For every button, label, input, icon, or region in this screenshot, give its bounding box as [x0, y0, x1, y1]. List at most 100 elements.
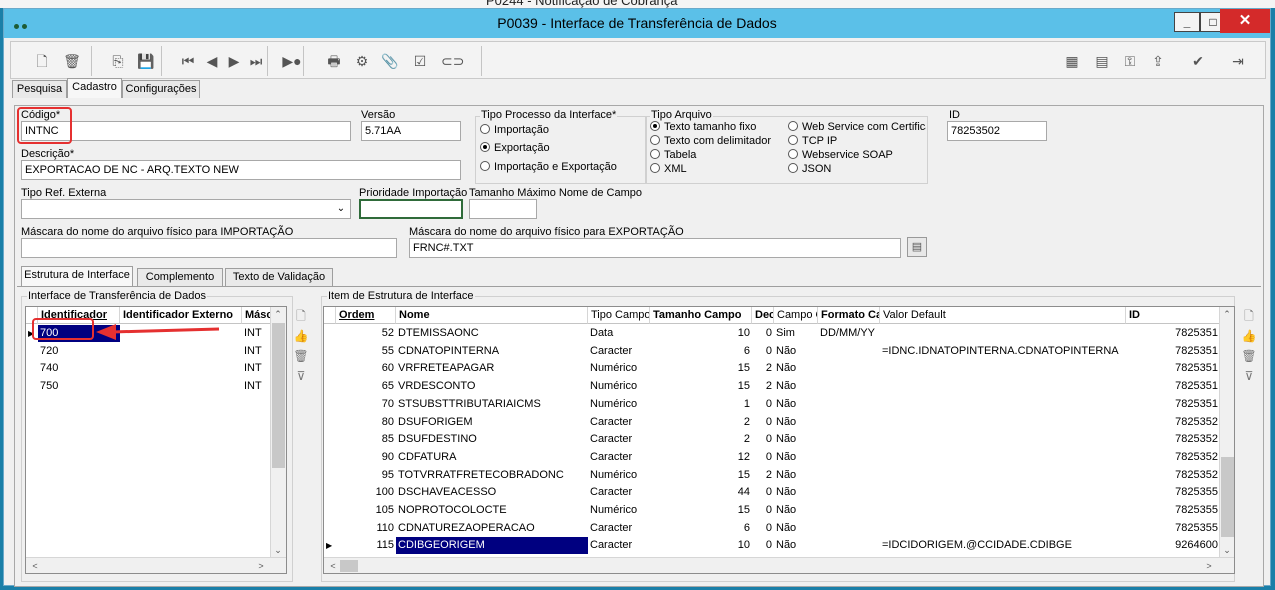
radio-texto-delimitador[interactable]: Texto com delimitador: [650, 135, 771, 147]
table-cell-nome[interactable]: DSCHAVEACESSO: [396, 484, 588, 501]
trash-icon-right[interactable]: 🗑: [1241, 348, 1257, 364]
table-cell-nome[interactable]: VRFRETEAPAGAR: [396, 360, 588, 377]
scroll-left-icon[interactable]: <: [28, 559, 42, 573]
table-cell-obrig[interactable]: Não: [774, 378, 818, 395]
tab-texto-validacao[interactable]: Texto de Validação: [225, 268, 333, 286]
mascara-exp-input[interactable]: FRNC#.TXT: [409, 238, 901, 258]
table-cell-nome[interactable]: CDIBGEORIGEM: [396, 537, 588, 555]
radio-importacao[interactable]: Importação: [480, 124, 549, 136]
scroll-right-icon[interactable]: >: [1202, 559, 1216, 573]
table-cell-id[interactable]: 7825352: [1126, 431, 1220, 448]
table-cell-obrig[interactable]: Não: [774, 537, 818, 554]
confirm-icon[interactable]: ✔: [1187, 50, 1209, 72]
first-record-icon[interactable]: ⏮: [177, 50, 199, 72]
table-cell-ordem[interactable]: 110: [336, 520, 396, 537]
table-cell-dec[interactable]: 0: [752, 431, 774, 448]
table-cell-tam[interactable]: 2: [650, 431, 752, 448]
minimize-button[interactable]: _: [1174, 12, 1200, 32]
table-cell-ordem[interactable]: 70: [336, 396, 396, 413]
radio-json[interactable]: JSON: [788, 163, 831, 175]
table-cell-tipo[interactable]: Caracter: [588, 431, 650, 448]
table-cell-nome[interactable]: DTEMISSAONC: [396, 325, 588, 342]
table-cell-tam[interactable]: 15: [650, 467, 752, 484]
table-cell-ordem[interactable]: 55: [336, 343, 396, 360]
scroll-up-icon[interactable]: ⌃: [271, 307, 285, 321]
table-cell-tipo[interactable]: Numérico: [588, 396, 650, 413]
table-cell-dec[interactable]: 0: [752, 484, 774, 501]
table-cell-dec[interactable]: 2: [752, 360, 774, 377]
table-cell-nome[interactable]: DSUFORIGEM: [396, 414, 588, 431]
table-cell-ordem[interactable]: 105: [336, 502, 396, 519]
table-cell-tam[interactable]: 15: [650, 502, 752, 519]
execute-icon[interactable]: ▶●: [281, 50, 303, 72]
tab-complemento[interactable]: Complemento: [137, 268, 223, 286]
radio-imp-exp-indicator[interactable]: [480, 161, 490, 171]
column-header[interactable]: Decimais: [752, 307, 774, 324]
radio-exportacao-indicator[interactable]: [480, 142, 490, 152]
table-cell-ordem[interactable]: 85: [336, 431, 396, 448]
thumb-up-icon-right[interactable]: 👍: [1241, 328, 1257, 344]
table-cell-ordem[interactable]: 95: [336, 467, 396, 484]
scroll-left-icon[interactable]: <: [326, 559, 340, 573]
new-item-icon-right[interactable]: 🗋: [1241, 308, 1257, 324]
table-cell-obrig[interactable]: Sim: [774, 325, 818, 342]
scroll-thumb[interactable]: [272, 323, 285, 468]
table-cell-tam[interactable]: 15: [650, 378, 752, 395]
radio-texto-delimitador-indicator[interactable]: [650, 135, 660, 145]
radio-tabela[interactable]: Tabela: [650, 149, 696, 161]
table-cell-nome[interactable]: VRDESCONTO: [396, 378, 588, 395]
radio-texto-fixo-indicator[interactable]: [650, 121, 660, 131]
last-record-icon[interactable]: ⏭: [245, 50, 267, 72]
table-cell-obrig[interactable]: Não: [774, 467, 818, 484]
table-cell-tipo[interactable]: Data: [588, 325, 650, 342]
table-cell-tam[interactable]: 15: [650, 360, 752, 377]
radio-xml-indicator[interactable]: [650, 163, 660, 173]
radio-texto-fixo[interactable]: Texto tamanho fixo: [650, 121, 756, 133]
table-cell-tipo[interactable]: Numérico: [588, 378, 650, 395]
table-cell-ordem[interactable]: 115: [336, 537, 396, 554]
tab-estrutura-interface[interactable]: Estrutura de Interface: [21, 266, 133, 286]
table-cell-identificador[interactable]: 720: [38, 343, 120, 360]
table-cell-ordem[interactable]: 60: [336, 360, 396, 377]
table-cell-id[interactable]: 7825355: [1126, 484, 1220, 501]
tipo-ref-select[interactable]: [21, 199, 351, 219]
table-cell-dec[interactable]: 2: [752, 378, 774, 395]
radio-xml[interactable]: XML: [650, 163, 687, 175]
table-cell-nome[interactable]: DSUFDESTINO: [396, 431, 588, 448]
check-icon[interactable]: ☑: [409, 50, 431, 72]
delete-icon[interactable]: 🗑: [61, 50, 83, 72]
scroll-right-icon[interactable]: >: [254, 559, 268, 573]
title-bar[interactable]: P0039 - Interface de Transferência de Da…: [4, 9, 1270, 38]
column-header[interactable]: Nome: [396, 307, 588, 324]
table-cell-identificador[interactable]: 740: [38, 360, 120, 377]
save-icon[interactable]: 💾: [135, 50, 157, 72]
radio-web-service-cert-indicator[interactable]: [788, 121, 798, 131]
table-cell-nome[interactable]: NOPROTOCOLOCTE: [396, 502, 588, 519]
radio-tcp-ip[interactable]: TCP IP: [788, 135, 837, 147]
descricao-input[interactable]: EXPORTACAO DE NC - ARQ.TEXTO NEW: [21, 160, 461, 180]
mascara-imp-input[interactable]: [21, 238, 397, 258]
table-cell-tipo[interactable]: Numérico: [588, 360, 650, 377]
table-cell-tipo[interactable]: Numérico: [588, 502, 650, 519]
table-cell-tipo[interactable]: Caracter: [588, 414, 650, 431]
table-cell-def[interactable]: =IDNC.IDNATOPINTERNA.CDNATOPINTERNA: [880, 343, 1126, 360]
horizontal-scrollbar[interactable]: [26, 557, 286, 573]
table-cell-fmt[interactable]: DD/MM/YY: [818, 325, 880, 342]
column-header[interactable]: Tipo Campo: [588, 307, 650, 324]
settings-icon[interactable]: ⚙: [351, 50, 373, 72]
table-cell-tipo[interactable]: Caracter: [588, 343, 650, 360]
tamanho-input[interactable]: [469, 199, 537, 219]
radio-importacao-indicator[interactable]: [480, 124, 490, 134]
table-cell-mascara[interactable]: INTN: [242, 360, 262, 377]
thumb-up-icon[interactable]: 👍: [293, 328, 309, 344]
table-cell-obrig[interactable]: Não: [774, 431, 818, 448]
export-icon[interactable]: ⇪: [1147, 50, 1169, 72]
left-grid[interactable]: IdentificadorIdentificador ExternoMáscar…: [25, 306, 287, 574]
table-cell-tam[interactable]: 6: [650, 343, 752, 360]
table-cell-id[interactable]: 7825351: [1126, 325, 1220, 342]
scroll-down-icon[interactable]: ⌄: [1220, 543, 1234, 557]
radio-json-indicator[interactable]: [788, 163, 798, 173]
table-cell-dec[interactable]: 0: [752, 449, 774, 466]
copy-icon[interactable]: ⎘: [107, 50, 129, 72]
table-cell-tam[interactable]: 44: [650, 484, 752, 501]
